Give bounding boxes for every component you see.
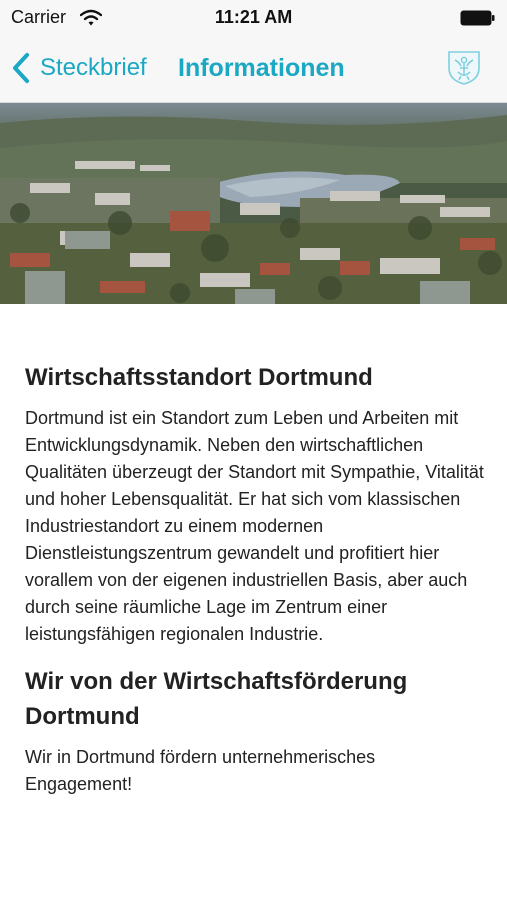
- back-label: Steckbrief: [40, 54, 147, 81]
- content-area: Wirtschaftsstandort Dortmund Dortmund is…: [25, 340, 485, 798]
- section-heading: Wir von der Wirtschaftsförderung Dortmun…: [25, 668, 408, 730]
- navigation-bar: Steckbrief Informationen: [0, 36, 507, 103]
- chevron-left-icon: [13, 53, 29, 83]
- section-heading: Wirtschaftsstandort Dortmund: [25, 364, 373, 391]
- section-text: Dortmund ist ein Standort zum Leben und …: [25, 408, 484, 644]
- battery-icon: [460, 10, 495, 26]
- section-text: Wir in Dortmund fördern unternehmerische…: [25, 747, 376, 794]
- hero-image-dortmund: [0, 103, 507, 304]
- status-bar: Carrier 11:21 AM: [0, 0, 507, 36]
- coat-of-arms-icon[interactable]: [445, 48, 483, 86]
- page-title: Informationen: [178, 54, 345, 82]
- status-time: 11:21 AM: [214, 7, 293, 27]
- back-button[interactable]: Steckbrief: [10, 50, 147, 86]
